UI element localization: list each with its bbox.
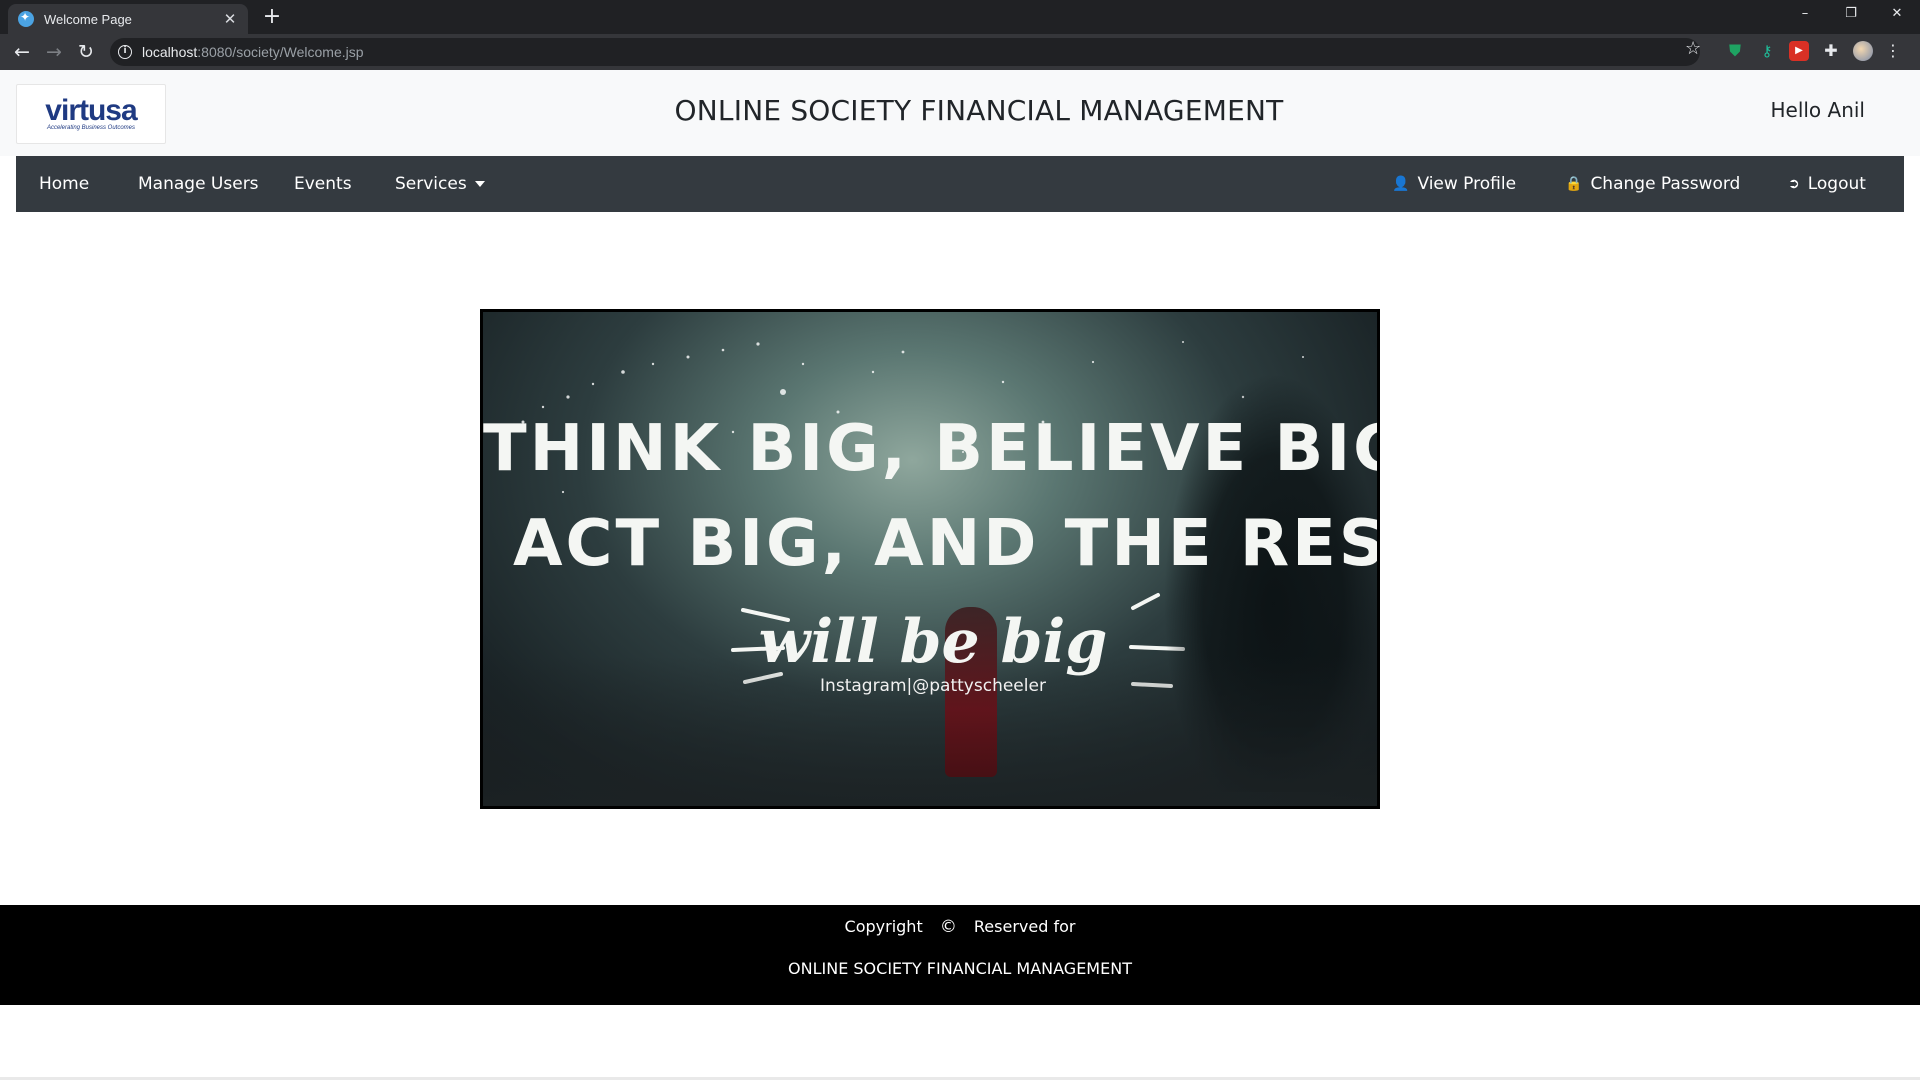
- back-icon[interactable]: ←: [6, 36, 38, 68]
- banner-line-3: will be big: [758, 607, 1108, 677]
- site-header: virtusa Accelerating Business Outcomes O…: [0, 70, 1920, 156]
- key-extension-icon[interactable]: ⚷: [1757, 41, 1777, 61]
- site-footer: Copyright © Reserved for ONLINE SOCIETY …: [0, 905, 1920, 1005]
- nav-events[interactable]: Events: [294, 156, 352, 212]
- banner-line-1: THINK BIG, BELIEVE BIG,: [483, 412, 1380, 486]
- nav-view-profile-label: View Profile: [1417, 174, 1517, 194]
- user-icon: 👤: [1392, 176, 1410, 192]
- forward-icon[interactable]: →: [38, 36, 70, 68]
- new-tab-icon[interactable]: +: [260, 6, 284, 30]
- minimize-icon[interactable]: –: [1782, 0, 1828, 30]
- main-navbar: Home Manage Users Events Services 👤 View …: [16, 156, 1904, 212]
- welcome-banner-image: THINK BIG, BELIEVE BIG, ACT BIG, AND THE…: [480, 309, 1380, 809]
- browser-tabstrip: Welcome Page ✕ + – ❐ ✕: [0, 0, 1920, 34]
- shield-extension-icon[interactable]: ⛊: [1725, 41, 1745, 61]
- window-close-icon[interactable]: ✕: [1874, 0, 1920, 30]
- restore-icon[interactable]: ❐: [1828, 0, 1874, 30]
- banner-credit: Instagram|@pattyscheeler: [820, 676, 1046, 696]
- nav-logout-label: Logout: [1807, 174, 1866, 194]
- kebab-menu-icon[interactable]: ⋮: [1885, 41, 1901, 61]
- banner-line-2: ACT BIG, AND THE RESULTS: [513, 507, 1380, 581]
- bookmark-star-icon[interactable]: ☆: [1685, 38, 1701, 59]
- nav-services-label: Services: [395, 174, 467, 194]
- favicon-icon: [18, 10, 34, 27]
- puzzle-icon[interactable]: ✚: [1821, 41, 1841, 61]
- url-text: localhost:8080/society/Welcome.jsp: [142, 44, 364, 60]
- window-controls: – ❐ ✕: [1782, 0, 1920, 30]
- caret-down-icon: [474, 181, 485, 187]
- nav-manage-users[interactable]: Manage Users: [138, 156, 259, 212]
- nav-logout[interactable]: ➲ Logout: [1788, 156, 1866, 212]
- page-title: ONLINE SOCIETY FINANCIAL MANAGEMENT: [674, 94, 1284, 127]
- footer-reserved-text: Reserved for: [973, 917, 1076, 936]
- footer-copyright-line: Copyright © Reserved for: [0, 917, 1920, 937]
- nav-services-dropdown[interactable]: Services: [395, 156, 485, 212]
- nav-change-password-label: Change Password: [1590, 174, 1741, 194]
- nav-home[interactable]: Home: [39, 156, 89, 212]
- site-info-icon[interactable]: i: [118, 45, 132, 59]
- extension-icons: ⛊ ⚷ ▶ ✚ ⋮: [1725, 41, 1901, 61]
- address-bar[interactable]: i localhost:8080/society/Welcome.jsp: [110, 38, 1700, 66]
- reload-icon[interactable]: ↻: [70, 36, 102, 68]
- tab-title: Welcome Page: [44, 11, 132, 27]
- nav-change-password[interactable]: 🔒 Change Password: [1565, 156, 1740, 212]
- close-icon[interactable]: ✕: [222, 11, 238, 27]
- nav-view-profile[interactable]: 👤 View Profile: [1392, 156, 1516, 212]
- media-extension-icon[interactable]: ▶: [1789, 41, 1809, 61]
- profile-avatar[interactable]: [1853, 41, 1873, 61]
- browser-tab[interactable]: Welcome Page ✕: [8, 4, 248, 34]
- logout-icon: ➲: [1788, 176, 1800, 192]
- user-greeting: Hello Anil: [1770, 98, 1865, 122]
- copyright-icon: ©: [939, 917, 957, 937]
- footer-copyright-text: Copyright: [844, 917, 923, 936]
- browser-toolbar: ← → ↻ i localhost:8080/society/Welcome.j…: [0, 34, 1920, 70]
- footer-site-name: ONLINE SOCIETY FINANCIAL MANAGEMENT: [788, 959, 1132, 978]
- lock-icon: 🔒: [1565, 176, 1583, 192]
